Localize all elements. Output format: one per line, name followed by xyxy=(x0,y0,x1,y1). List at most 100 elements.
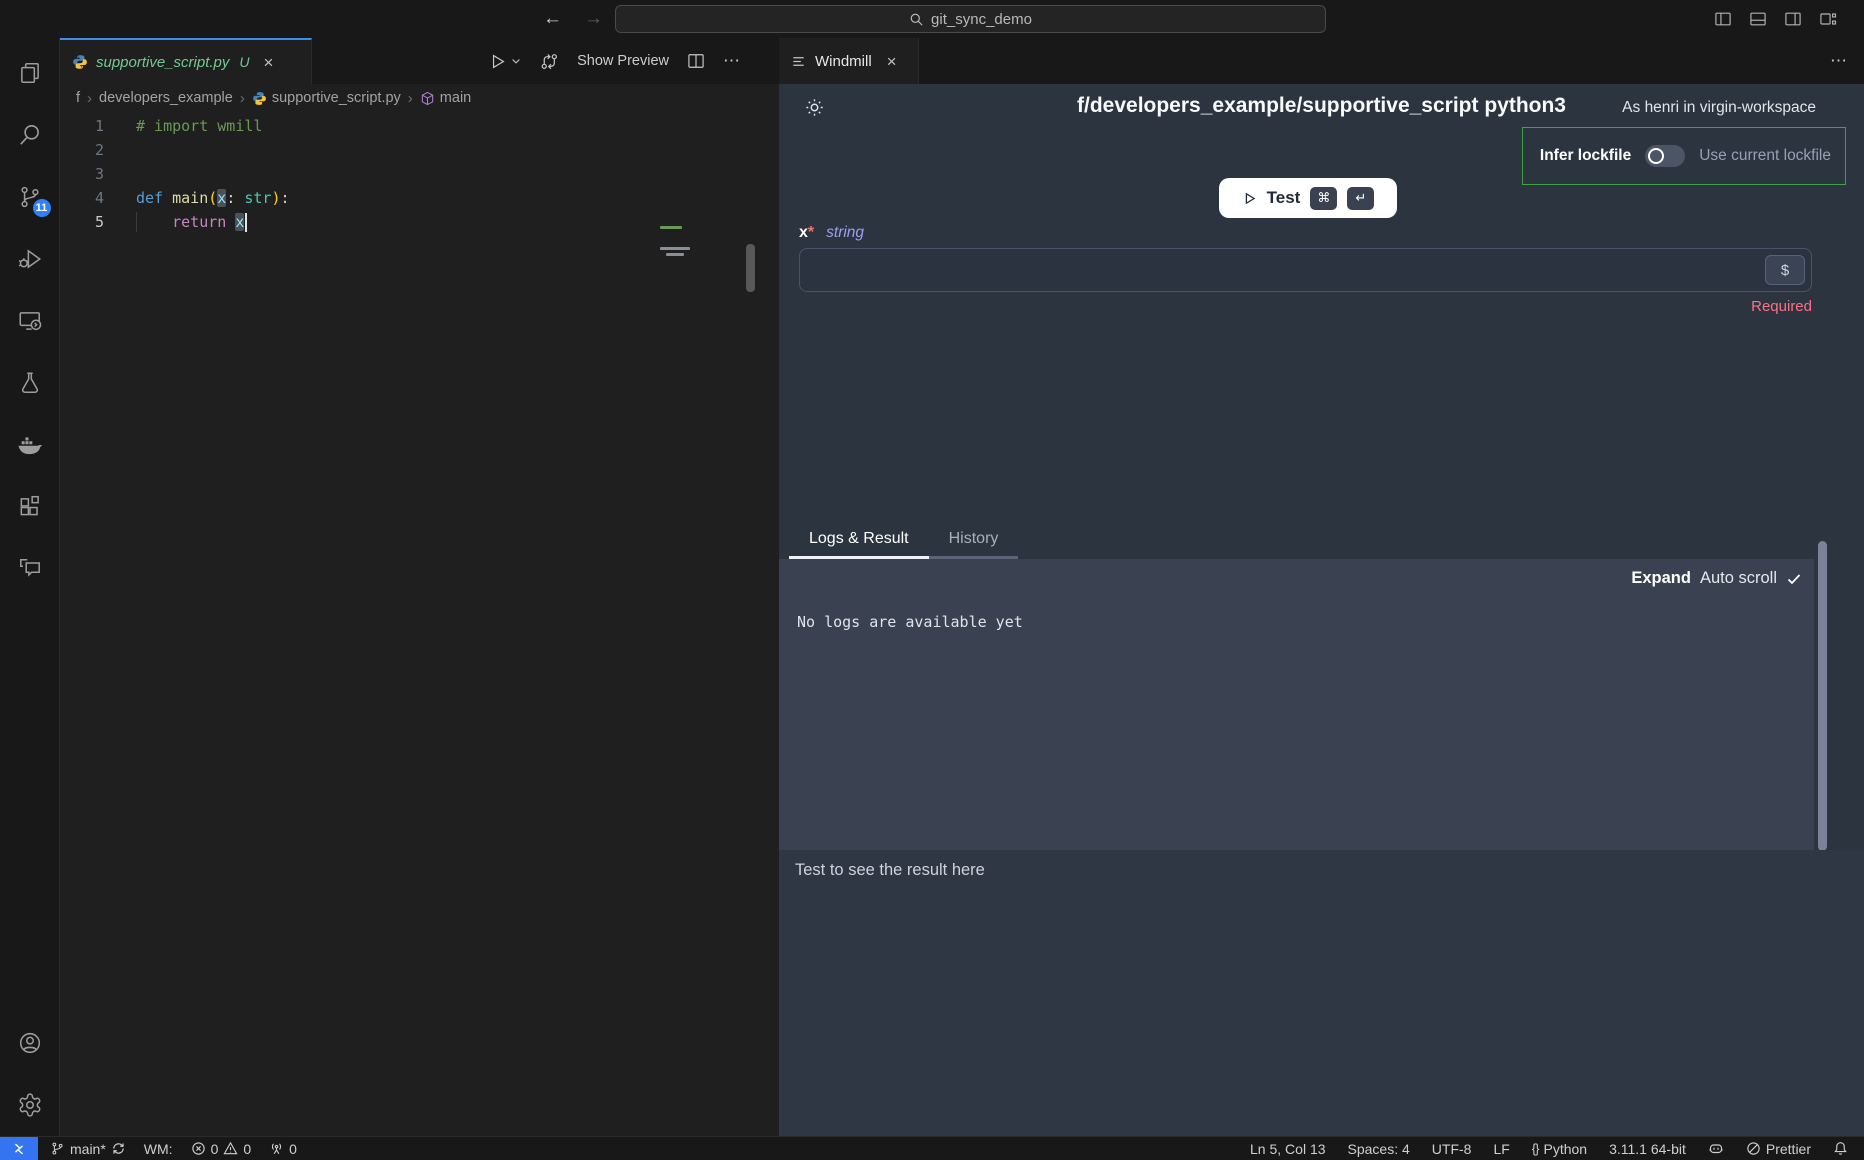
test-button-label: Test xyxy=(1267,188,1301,208)
toggle-panel-icon[interactable] xyxy=(1748,9,1768,29)
source-control-icon[interactable]: 11 xyxy=(0,166,60,228)
arg-x-input[interactable] xyxy=(799,248,1812,292)
line-number: 2 xyxy=(60,138,104,162)
code-line[interactable]: 3 xyxy=(60,162,779,186)
show-preview-button[interactable]: Show Preview xyxy=(577,53,669,69)
workspace-search-label: git_sync_demo xyxy=(931,11,1032,28)
tab-history[interactable]: History xyxy=(929,521,1019,559)
remote-explorer-icon[interactable] xyxy=(0,290,60,352)
extensions-icon[interactable] xyxy=(0,476,60,538)
test-button[interactable]: Test ⌘ ↵ xyxy=(1219,178,1397,218)
autoscroll-label[interactable]: Auto scroll xyxy=(1700,569,1777,588)
settings-gear-icon[interactable] xyxy=(0,1074,60,1136)
search-sidebar-icon[interactable] xyxy=(0,104,60,166)
logs-result-tabs: Logs & Result History xyxy=(789,521,1018,559)
play-icon xyxy=(1242,191,1257,206)
account-icon[interactable] xyxy=(0,1012,60,1074)
result-placeholder: Test to see the result here xyxy=(795,861,985,880)
code-line[interactable]: 2 xyxy=(60,138,779,162)
tab-windmill[interactable]: Windmill × xyxy=(779,38,919,84)
breadcrumb-separator: › xyxy=(240,90,245,107)
chevron-down-icon[interactable] xyxy=(510,55,522,67)
language-label: Python xyxy=(1543,1141,1587,1157)
check-icon[interactable] xyxy=(1786,571,1802,587)
formatter-status[interactable]: Prettier xyxy=(1746,1141,1811,1157)
toggle-sidebar-icon[interactable] xyxy=(1713,9,1733,29)
tab-supportive-script[interactable]: supportive_script.py U × xyxy=(60,38,312,84)
required-star: * xyxy=(808,224,814,241)
notifications-bell[interactable] xyxy=(1833,1141,1848,1156)
split-editor-icon[interactable] xyxy=(686,51,706,71)
python-file-icon xyxy=(252,91,267,106)
code-lines: 1# import wmill234def main(x: str):5 ret… xyxy=(60,114,779,234)
breadcrumb-folder-developers-example[interactable]: developers_example xyxy=(99,90,233,106)
windmill-panel-group: Windmill × ⋯ f/developers_example/suppor… xyxy=(779,38,1864,1136)
variable-picker-button[interactable]: $ xyxy=(1765,255,1805,285)
editor-more-actions-icon[interactable]: ⋯ xyxy=(723,51,741,71)
bell-icon xyxy=(1833,1141,1848,1156)
toggle-secondary-sidebar-icon[interactable] xyxy=(1783,9,1803,29)
minimap[interactable] xyxy=(660,226,720,259)
run-context-label: As henri in virgin-workspace xyxy=(1622,99,1816,117)
editor-scrollbar[interactable] xyxy=(746,244,755,292)
git-branch-status[interactable]: main* xyxy=(50,1141,126,1157)
nav-back-icon[interactable]: ← xyxy=(543,8,562,30)
tab-windmill-label: Windmill xyxy=(815,53,872,70)
tab-logs-result[interactable]: Logs & Result xyxy=(789,521,929,559)
tab-close-icon[interactable]: × xyxy=(887,53,897,70)
editor-group: supportive_script.py U × Show Preview ⋯ … xyxy=(60,38,779,1136)
vscode-window: ← → git_sync_demo 11 xyxy=(0,0,1864,1160)
arg-name: x xyxy=(799,224,808,241)
ports-status[interactable]: 0 xyxy=(269,1141,297,1157)
expand-button[interactable]: Expand xyxy=(1631,569,1691,588)
windmill-status[interactable]: WM: xyxy=(144,1141,173,1157)
status-bar: main* WM: 0 0 0 Ln 5, Col 13 Spaces: 4 U… xyxy=(0,1136,1864,1160)
copilot-status[interactable] xyxy=(1708,1141,1724,1157)
breadcrumb-file[interactable]: supportive_script.py xyxy=(252,90,401,106)
python-interpreter[interactable]: 3.11.1 64-bit xyxy=(1609,1141,1686,1157)
line-number: 3 xyxy=(60,162,104,186)
enter-key-icon: ↵ xyxy=(1347,187,1374,210)
tab-close-icon[interactable]: × xyxy=(264,54,274,71)
language-mode[interactable]: {} Python xyxy=(1532,1141,1587,1157)
braces-icon: {} xyxy=(1532,1141,1539,1156)
docker-icon[interactable] xyxy=(0,414,60,476)
symbol-cube-icon xyxy=(420,91,435,106)
run-python-file-button[interactable] xyxy=(488,52,522,71)
source-control-badge: 11 xyxy=(33,199,51,217)
customize-layout-icon[interactable] xyxy=(1818,9,1838,29)
branch-icon xyxy=(50,1141,65,1156)
play-icon xyxy=(488,52,507,71)
indentation-status[interactable]: Spaces: 4 xyxy=(1348,1141,1410,1157)
breadcrumb-folder-f[interactable]: f xyxy=(76,90,80,106)
arg-x-input-wrap: $ xyxy=(799,248,1812,292)
panel-more-actions-icon[interactable]: ⋯ xyxy=(1830,51,1848,71)
encoding-status[interactable]: UTF-8 xyxy=(1432,1141,1472,1157)
activity-bar: 11 xyxy=(0,38,60,1136)
problems-status[interactable]: 0 0 xyxy=(191,1141,252,1157)
eol-status[interactable]: LF xyxy=(1493,1141,1509,1157)
python-file-icon xyxy=(72,54,88,70)
remote-indicator[interactable] xyxy=(0,1137,38,1160)
code-editor[interactable]: 1# import wmill234def main(x: str):5 ret… xyxy=(60,112,779,234)
command-center-search[interactable]: git_sync_demo xyxy=(615,5,1326,33)
panel-tab-bar: Windmill × ⋯ xyxy=(779,38,1864,84)
panel-scrollbar[interactable] xyxy=(1818,541,1827,851)
editor-tab-bar: supportive_script.py U × Show Preview ⋯ xyxy=(60,38,779,84)
toggle-knob xyxy=(1648,148,1664,164)
testing-icon[interactable] xyxy=(0,352,60,414)
logs-empty-message: No logs are available yet xyxy=(797,613,1023,631)
run-debug-icon[interactable] xyxy=(0,228,60,290)
nav-forward-icon[interactable]: → xyxy=(584,8,603,30)
explorer-icon[interactable] xyxy=(0,42,60,104)
breadcrumb-file-label: supportive_script.py xyxy=(272,90,401,106)
code-line[interactable]: 4def main(x: str): xyxy=(60,186,779,210)
lockfile-toggle[interactable] xyxy=(1645,145,1685,167)
port-count: 0 xyxy=(289,1141,297,1157)
code-line[interactable]: 1# import wmill xyxy=(60,114,779,138)
breadcrumb-symbol-main[interactable]: main xyxy=(420,90,471,106)
open-changes-icon[interactable] xyxy=(539,51,560,72)
cursor-position[interactable]: Ln 5, Col 13 xyxy=(1250,1141,1326,1157)
text-cursor xyxy=(245,213,247,232)
comments-icon[interactable] xyxy=(0,538,60,600)
